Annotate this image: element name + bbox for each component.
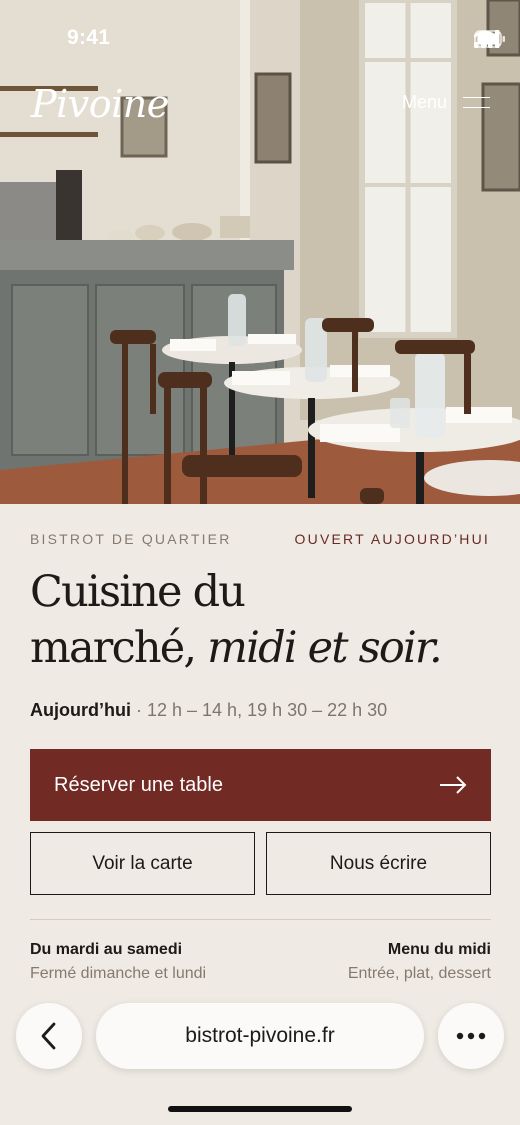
eyebrow-row: BISTROT DE QUARTIER OUVERT AUJOURD’HUI	[30, 531, 490, 547]
hero-photo: 9:41 Pivoine Menu	[0, 0, 520, 504]
category-tag: BISTROT DE QUARTIER	[30, 531, 232, 547]
status-time: 9:41	[67, 26, 111, 49]
info-row: Du mardi au samedi Fermé dimanche et lun…	[30, 938, 491, 986]
browser-toolbar: bistrot-pivoine.fr	[0, 988, 520, 1125]
page-headline: Cuisine du marché, midi et soir.	[30, 564, 510, 676]
secondary-actions: Voir la carte Nous écrire	[30, 832, 491, 895]
hours-value: 12 h – 14 h, 19 h 30 – 22 h 30	[146, 700, 388, 720]
hours-label: Aujourd’hui	[30, 700, 131, 720]
headline-line-2-italic: midi et soir.	[207, 623, 442, 673]
battery-icon	[474, 30, 505, 48]
lunch-menu-title: Menu du midi	[387, 941, 491, 958]
more-dots-icon	[456, 1032, 486, 1040]
divider	[30, 919, 491, 920]
headline-line-2: marché,	[30, 623, 208, 673]
menu-label: Menu	[401, 92, 447, 112]
url-text: bistrot-pivoine.fr	[185, 1024, 335, 1047]
back-button[interactable]	[16, 1003, 82, 1069]
lunch-menu-info: Menu du midi Entrée, plat, dessert	[348, 938, 491, 986]
chevron-left-icon	[41, 1022, 56, 1050]
site-logo[interactable]: Pivoine	[31, 82, 169, 126]
lunch-menu-courses: Entrée, plat, dessert	[347, 965, 491, 982]
days-closed: Fermé dimanche et lundi	[30, 965, 207, 982]
reserve-table-label: Réserver une table	[54, 773, 223, 796]
more-options-button[interactable]	[438, 1003, 504, 1069]
menu-button[interactable]: Menu	[402, 92, 490, 113]
address-bar[interactable]: bistrot-pivoine.fr	[96, 1003, 424, 1069]
days-open: Du mardi au samedi	[30, 941, 183, 958]
bistro-interior-illustration	[0, 0, 520, 504]
hours-separator: ·	[130, 700, 147, 720]
reserve-table-button[interactable]: Réserver une table	[30, 749, 491, 821]
contact-button[interactable]: Nous écrire	[266, 832, 491, 895]
days-info: Du mardi au samedi Fermé dimanche et lun…	[30, 938, 206, 986]
arrow-right-icon	[440, 776, 467, 794]
hamburger-icon	[463, 96, 490, 109]
open-status-tag: OUVERT AUJOURD’HUI	[294, 531, 490, 547]
view-menu-button[interactable]: Voir la carte	[30, 832, 255, 895]
opening-hours: Aujourd’hui · 12 h – 14 h, 19 h 30 – 22 …	[30, 700, 387, 721]
home-indicator	[168, 1106, 352, 1112]
headline-line-1: Cuisine du	[30, 567, 246, 617]
